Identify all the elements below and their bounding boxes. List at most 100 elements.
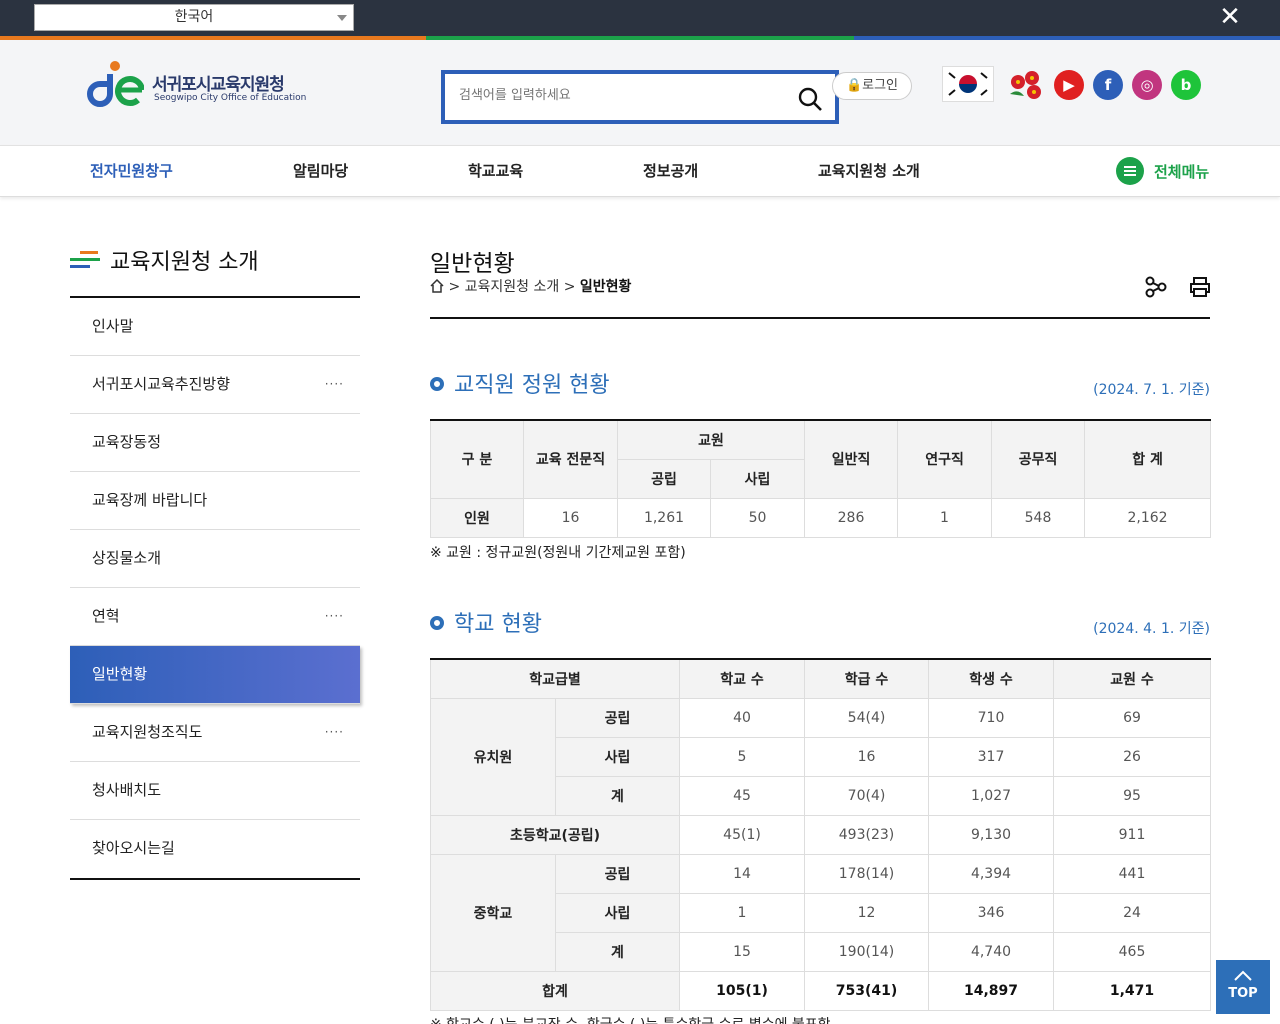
gnb-item-civil-service[interactable]: 전자민원창구 <box>90 160 173 181</box>
gnb-item-about[interactable]: 교육지원청 소개 <box>818 160 920 181</box>
table-cell: 1 <box>897 497 993 538</box>
language-select[interactable]: 한국어 <box>34 4 354 31</box>
table-cell: 69 <box>1053 697 1211 738</box>
table-cell: 24 <box>1053 892 1211 933</box>
table-row: 유치원 공립 40 54(4) 710 69 <box>430 697 1211 816</box>
blog-icon[interactable]: b <box>1171 70 1201 100</box>
gnb-item-information[interactable]: 정보공개 <box>643 160 698 181</box>
table-cell: 16 <box>523 497 618 538</box>
home-icon[interactable] <box>430 279 444 293</box>
table-header: 연구직 <box>897 420 993 499</box>
breadcrumb-current: 일반현황 <box>579 279 632 295</box>
table-cell: 14,897 <box>928 970 1054 1011</box>
korea-flag-icon[interactable] <box>942 66 994 102</box>
staff-note: ※ 교원 : 정규교원(정원내 기간제교원 포함) <box>430 545 686 561</box>
table-cell: 548 <box>991 497 1086 538</box>
login-button[interactable]: 🔒로그인 <box>832 72 912 100</box>
search-icon[interactable] <box>797 86 823 112</box>
breadcrumb-separator: > <box>448 279 461 295</box>
lock-icon: 🔒 <box>845 78 863 93</box>
share-icon[interactable] <box>1145 276 1167 298</box>
sidebar-item-label: 교육장께 바랍니다 <box>92 491 208 509</box>
table-header: 공립 <box>617 458 711 499</box>
table-cell: 286 <box>804 497 899 538</box>
sidebar-item-floor-plan[interactable]: 청사배치도 <box>70 762 360 820</box>
table-cell: 1,027 <box>928 775 1054 816</box>
table-header: 합 계 <box>1084 420 1212 499</box>
youtube-icon[interactable]: ▶ <box>1054 70 1084 100</box>
table-cell: 공립 <box>555 697 680 738</box>
chevron-down-icon <box>337 15 347 21</box>
table-cell: 45 <box>679 775 805 816</box>
table-header: 일반직 <box>804 420 899 499</box>
print-icon[interactable] <box>1189 276 1211 298</box>
staff-section-title: 교직원 정원 현황 <box>430 367 610 399</box>
sidebar-item-symbols[interactable]: 상징물소개 <box>70 530 360 588</box>
table-cell: 190(14) <box>804 931 929 972</box>
table-cell: 인원 <box>430 497 524 538</box>
table-header: 공무직 <box>991 420 1086 499</box>
facebook-icon[interactable]: f <box>1093 70 1123 100</box>
breadcrumb-separator: > <box>563 279 576 295</box>
expand-dots-icon: ···· <box>324 725 344 739</box>
sidebar-item-superintendent-news[interactable]: 교육장동정 <box>70 414 360 472</box>
sidebar-item-org-chart[interactable]: 교육지원청조직도 ···· <box>70 704 360 762</box>
breadcrumb-parent[interactable]: 교육지원청 소개 <box>465 279 560 295</box>
table-row-group: 유치원 <box>430 697 556 816</box>
table-cell: 493(23) <box>804 814 929 855</box>
scroll-top-button[interactable]: TOP <box>1216 960 1270 1014</box>
language-select-value: 한국어 <box>174 9 214 25</box>
table-cell: 계 <box>555 931 680 972</box>
table-cell: 5 <box>679 736 805 777</box>
sidebar-item-label: 교육장동정 <box>92 433 162 451</box>
sidebar-item-general-status[interactable]: 일반현황 <box>70 646 360 704</box>
sidebar-item-label: 서귀포시교육추진방향 <box>92 375 231 393</box>
table-cell: 사립 <box>555 736 680 777</box>
bullet-ring-icon <box>430 616 444 630</box>
table-cell: 합계 <box>430 970 680 1011</box>
main-navigation: 전자민원창구 알림마당 학교교육 정보공개 교육지원청 소개 전체메뉴 <box>0 145 1280 197</box>
table-cell: 15 <box>679 931 805 972</box>
table-cell: 346 <box>928 892 1054 933</box>
school-note: ※ 학교수 ( )는 분교장 수, 학급수 ( )는 특수학급 수로 별수에 불… <box>430 1014 831 1024</box>
table-cell: 710 <box>928 697 1054 738</box>
table-cell: 1,471 <box>1053 970 1211 1011</box>
school-base-date: (2024. 4. 1. 기준) <box>1093 621 1210 637</box>
table-cell: 1,261 <box>617 497 711 538</box>
sidebar-item-label: 찾아오시는길 <box>92 839 175 857</box>
table-cell: 40 <box>679 697 805 738</box>
gnb-item-school-education[interactable]: 학교교육 <box>468 160 523 181</box>
instagram-icon[interactable]: ◎ <box>1132 70 1162 100</box>
school-table: 학교급별 학교 수 학급 수 학생 수 교원 수 유치원 공립 40 54(4)… <box>430 658 1211 1011</box>
page-title: 일반현황 <box>430 251 515 277</box>
sidebar-item-history[interactable]: 연혁 ···· <box>70 588 360 646</box>
site-logo[interactable]: 서귀포시교육지원청 Seogwipo City Office of Educat… <box>80 60 310 110</box>
close-icon[interactable]: ✕ <box>1218 4 1242 30</box>
camellia-icon[interactable] <box>1006 68 1046 102</box>
table-cell: 50 <box>709 497 806 538</box>
table-header: 교원 수 <box>1053 659 1211 699</box>
table-row: 합계 105(1) 753(41) 14,897 1,471 <box>430 970 1211 1011</box>
sidebar-item-greeting[interactable]: 인사말 <box>70 298 360 356</box>
table-header: 학급 수 <box>804 659 929 699</box>
sidebar-title: 교육지원청 소개 <box>110 250 259 275</box>
table-header: 교육 전문직 <box>523 420 618 499</box>
table-header: 학교 수 <box>679 659 805 699</box>
table-cell: 105(1) <box>679 970 805 1011</box>
sidebar-menu: 인사말 서귀포시교육추진방향 ···· 교육장동정 교육장께 바랍니다 상징물소개… <box>70 296 360 880</box>
table-cell: 14 <box>679 853 805 894</box>
sidebar-item-label: 상징물소개 <box>92 549 162 567</box>
logo-mark-icon <box>87 61 145 107</box>
table-header: 학생 수 <box>928 659 1054 699</box>
table-cell: 16 <box>804 736 929 777</box>
breadcrumb: > 교육지원청 소개 > 일반현황 <box>430 276 631 296</box>
gnb-item-notices[interactable]: 알림마당 <box>293 160 348 181</box>
sidebar-item-requests[interactable]: 교육장께 바랍니다 <box>70 472 360 530</box>
all-menu-label: 전체메뉴 <box>1154 163 1210 181</box>
top-bar: 한국어 ✕ <box>0 0 1280 36</box>
sidebar-item-directions[interactable]: 찾아오시는길 <box>70 820 360 878</box>
sidebar-item-direction[interactable]: 서귀포시교육추진방향 ···· <box>70 356 360 414</box>
table-cell: 465 <box>1053 931 1211 972</box>
table-cell: 12 <box>804 892 929 933</box>
search-input[interactable] <box>459 88 779 103</box>
